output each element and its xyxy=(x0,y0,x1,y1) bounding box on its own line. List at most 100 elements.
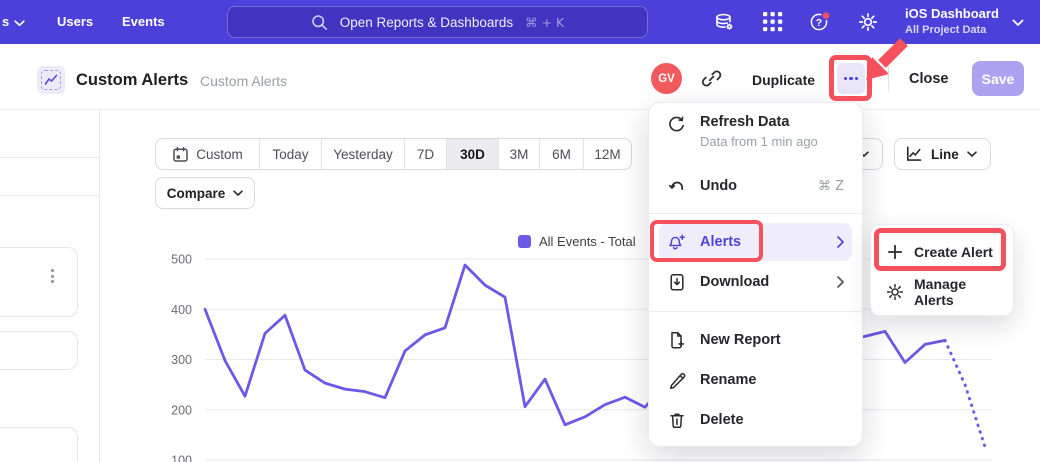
refresh-label: Refresh Data xyxy=(700,114,818,130)
nav-item-events[interactable]: Events xyxy=(122,0,165,44)
menu-item-undo[interactable]: Undo ⌘ Z xyxy=(659,167,852,205)
chevron-down-icon xyxy=(233,190,243,197)
download-label: Download xyxy=(700,274,769,290)
legend-swatch xyxy=(518,235,531,248)
project-scope: All Project Data xyxy=(905,24,999,36)
range-30d[interactable]: 30D xyxy=(446,139,498,169)
range-label: 7D xyxy=(417,147,434,162)
apps-grid-icon[interactable] xyxy=(763,12,783,32)
range-12m[interactable]: 12M xyxy=(583,139,631,169)
refresh-subtitle: Data from 1 min ago xyxy=(700,134,818,149)
chart-type-dropdown[interactable]: Line xyxy=(894,138,991,170)
menu-item-alerts[interactable]: Alerts xyxy=(659,223,852,261)
compare-label: Compare xyxy=(167,186,226,201)
range-6m[interactable]: 6M xyxy=(539,139,583,169)
range-yesterday[interactable]: Yesterday xyxy=(321,139,404,169)
left-sidebar xyxy=(0,110,100,462)
alerts-submenu: Create Alert Manage Alerts xyxy=(870,224,1014,316)
chevron-down-icon xyxy=(967,151,977,158)
range-label: 3M xyxy=(510,147,529,162)
page-title: Custom Alerts xyxy=(76,71,188,90)
range-label: 6M xyxy=(552,147,571,162)
project-name: iOS Dashboard xyxy=(905,6,999,21)
calendar-icon xyxy=(172,146,189,163)
search-icon xyxy=(311,14,328,31)
nav-item-users[interactable]: Users xyxy=(57,0,93,44)
sidebar-divider xyxy=(0,157,99,158)
search-shortcut: ⌘ + K xyxy=(525,15,564,30)
range-7d[interactable]: 7D xyxy=(404,139,446,169)
chart-type-label: Line xyxy=(931,147,959,162)
menu-item-refresh-data[interactable]: Refresh Data Data from 1 min ago xyxy=(659,111,852,161)
menu-item-delete[interactable]: Delete xyxy=(659,401,852,439)
chevron-down-icon xyxy=(1012,19,1024,27)
menu-item-manage-alerts[interactable]: Manage Alerts xyxy=(877,273,1007,311)
sidebar-card[interactable] xyxy=(0,331,78,370)
menu-item-new-report[interactable]: New Report xyxy=(659,321,852,359)
y-tick-label: 300 xyxy=(171,353,192,367)
undo-label: Undo xyxy=(700,178,737,194)
range-label: Yesterday xyxy=(333,147,393,162)
y-tick-label: 400 xyxy=(171,303,192,317)
project-selector[interactable]: iOS Dashboard All Project Data xyxy=(905,6,999,36)
report-options-menu: Refresh Data Data from 1 min ago Undo ⌘ … xyxy=(648,102,863,447)
legend-label: All Events - Total xyxy=(539,234,636,249)
nav-item-partial[interactable]: s xyxy=(2,0,9,44)
menu-divider xyxy=(649,213,862,214)
y-tick-label: 500 xyxy=(171,253,192,267)
share-link-icon[interactable] xyxy=(701,68,722,89)
kebab-menu-icon[interactable] xyxy=(51,269,54,283)
chevron-right-icon xyxy=(837,276,852,288)
y-tick-label: 100 xyxy=(171,454,192,462)
delete-label: Delete xyxy=(700,412,744,428)
global-search-input[interactable]: Open Reports & Dashboards ⌘ + K xyxy=(227,6,648,38)
menu-item-download[interactable]: Download xyxy=(659,263,852,301)
compare-button[interactable]: Compare xyxy=(155,177,255,209)
duplicate-button[interactable]: Duplicate xyxy=(752,72,815,88)
range-label: 12M xyxy=(594,147,620,162)
avatar[interactable]: GV xyxy=(651,63,682,94)
pencil-icon xyxy=(667,371,686,390)
chevron-right-icon xyxy=(837,236,852,248)
plus-icon xyxy=(885,243,904,262)
range-label: Today xyxy=(272,147,308,162)
sidebar-card[interactable] xyxy=(0,247,78,317)
new-report-label: New Report xyxy=(700,332,781,348)
line-chart-icon xyxy=(905,145,923,163)
alerts-label: Alerts xyxy=(700,234,741,250)
range-custom[interactable]: Custom xyxy=(156,139,259,169)
search-placeholder: Open Reports & Dashboards xyxy=(340,15,513,30)
menu-item-rename[interactable]: Rename xyxy=(659,361,852,399)
menu-divider xyxy=(649,311,862,312)
breadcrumb: Custom Alerts xyxy=(200,73,287,89)
toolbar-divider xyxy=(888,66,889,92)
help-icon[interactable]: ? xyxy=(809,11,832,33)
manage-alerts-label: Manage Alerts xyxy=(914,276,1007,308)
sidebar-card[interactable] xyxy=(0,427,78,462)
rename-label: Rename xyxy=(700,372,756,388)
chevron-down-icon xyxy=(14,20,25,27)
range-3m[interactable]: 3M xyxy=(498,139,539,169)
gear-icon xyxy=(885,283,904,302)
menu-item-create-alert[interactable]: Create Alert xyxy=(877,233,1007,271)
top-nav-bar: s Users Events Open Reports & Dashboards… xyxy=(0,0,1040,44)
save-button[interactable]: Save xyxy=(972,61,1024,96)
svg-text:?: ? xyxy=(816,17,822,29)
refresh-icon xyxy=(667,115,686,134)
sidebar-divider xyxy=(0,195,99,196)
range-label: 30D xyxy=(460,147,485,162)
chart-legend[interactable]: All Events - Total xyxy=(518,234,636,249)
alert-bell-icon xyxy=(667,233,686,252)
range-today[interactable]: Today xyxy=(259,139,321,169)
undo-icon xyxy=(667,177,686,196)
new-report-icon xyxy=(667,331,686,350)
more-icon xyxy=(844,77,847,80)
settings-gear-icon[interactable] xyxy=(858,12,878,32)
date-range-selector: Custom Today Yesterday 7D 30D 3M 6M 12M xyxy=(155,138,632,170)
y-tick-label: 200 xyxy=(171,403,192,417)
undo-shortcut: ⌘ Z xyxy=(818,179,852,194)
close-button[interactable]: Close xyxy=(909,71,949,87)
trash-icon xyxy=(667,411,686,430)
more-options-button[interactable] xyxy=(837,63,865,94)
data-management-icon[interactable] xyxy=(714,12,734,32)
